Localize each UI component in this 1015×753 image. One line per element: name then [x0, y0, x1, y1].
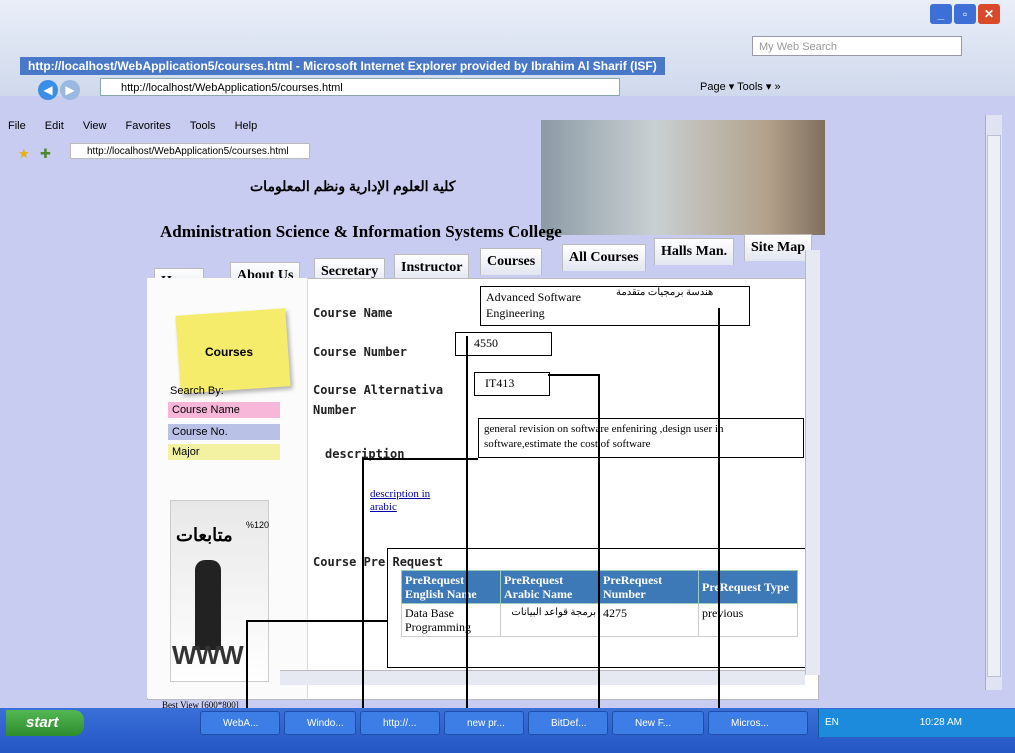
- college-english-title: Administration Science & Information Sys…: [160, 222, 562, 241]
- callout-line-alt-number: [598, 374, 600, 753]
- menu-edit[interactable]: Edit: [45, 120, 64, 132]
- maximize-button[interactable]: ▫: [954, 4, 976, 24]
- course-name-arabic: هندسة برمجيات متقدمة: [616, 287, 714, 298]
- menu-help[interactable]: Help: [235, 120, 258, 132]
- taskbar-item-micros[interactable]: Micros...: [708, 711, 808, 735]
- menu-bar: File Edit View Favorites Tools Help: [0, 120, 265, 138]
- system-tray: EN 10:28 AM: [818, 709, 1015, 737]
- menu-view[interactable]: View: [83, 120, 107, 132]
- taskbar-item-http[interactable]: http://...: [360, 711, 440, 735]
- command-bar[interactable]: Page ▾ Tools ▾ »: [700, 80, 781, 93]
- course-alt-number-label: Course Alternativa Number: [313, 383, 444, 417]
- taskbar-item-new-f[interactable]: New F...: [612, 711, 704, 735]
- tab-halls-man[interactable]: Halls Man.: [654, 238, 735, 265]
- forward-icon[interactable]: ▶: [60, 80, 80, 100]
- follow-title: متابعات: [176, 525, 233, 545]
- callout-link-prereq: [246, 620, 387, 622]
- add-favorite-icon[interactable]: ✚: [40, 146, 51, 162]
- course-number-field: 4550: [455, 332, 552, 356]
- course-alt-number-field: IT413: [474, 372, 550, 396]
- browser-scrollbar-thumb[interactable]: [987, 135, 1001, 677]
- language-indicator[interactable]: EN: [825, 717, 839, 728]
- search-by-course-no[interactable]: Course No.: [168, 424, 280, 440]
- description-field: general revision on software enfeniring …: [478, 418, 804, 458]
- tab-site-map[interactable]: Site Map: [744, 234, 813, 261]
- menu-favorites[interactable]: Favorites: [126, 120, 171, 132]
- content-scrollbar[interactable]: [805, 250, 820, 675]
- college-arabic-title: كلية العلوم الإدارية ونظم المعلومات: [250, 178, 456, 194]
- person-silhouette-icon: [195, 560, 221, 650]
- close-button[interactable]: ✕: [978, 4, 1000, 24]
- callout-link-alt-number: [548, 374, 600, 376]
- callout-line-name: [718, 308, 720, 753]
- course-name-value: Advanced Software Engineering: [486, 290, 581, 320]
- description-arabic-link[interactable]: description in arabic: [370, 488, 440, 514]
- course-number-label: Course Number: [313, 345, 407, 359]
- www-logo: WWW: [172, 640, 244, 670]
- tab-instructor[interactable]: Instructor: [394, 254, 470, 281]
- tab-courses[interactable]: Courses: [480, 248, 543, 275]
- web-search-input[interactable]: My Web Search: [752, 36, 962, 56]
- tab-all-courses[interactable]: All Courses: [562, 244, 646, 271]
- taskbar-item-new-pr[interactable]: new pr...: [444, 711, 524, 735]
- course-name-field: Advanced Software Engineering هندسة برمج…: [480, 286, 750, 326]
- menu-file[interactable]: File: [8, 120, 26, 132]
- search-by-label: Search By:: [170, 385, 224, 397]
- taskbar-item-weba[interactable]: WebA...: [200, 711, 280, 735]
- search-by-major[interactable]: Major: [168, 444, 280, 460]
- clock: 10:28 AM: [919, 717, 962, 728]
- taskbar-item-bitdef[interactable]: BitDef...: [528, 711, 608, 735]
- callout-line-number: [466, 336, 468, 753]
- course-name-label: Course Name: [313, 306, 393, 320]
- header-banner-image: [541, 120, 825, 235]
- search-by-course-name[interactable]: Course Name: [168, 402, 280, 418]
- minimize-button[interactable]: _: [930, 4, 952, 24]
- back-icon[interactable]: ◀: [38, 80, 58, 100]
- sticky-note-label: Courses: [205, 345, 254, 359]
- callout-link-description: [362, 458, 478, 460]
- window-title: http://localhost/WebApplication5/courses…: [20, 57, 665, 75]
- menu-tools[interactable]: Tools: [190, 120, 216, 132]
- address-bar[interactable]: http://localhost/WebApplication5/courses…: [100, 78, 620, 96]
- taskbar-item-windows[interactable]: Windo...: [284, 711, 356, 735]
- favorites-star-icon[interactable]: ★: [18, 146, 30, 162]
- content-horizontal-scrollbar[interactable]: [280, 670, 805, 685]
- favorites-tab[interactable]: http://localhost/WebApplication5/courses…: [70, 143, 310, 159]
- follow-percent: %120: [246, 520, 270, 530]
- start-button[interactable]: start: [6, 710, 84, 736]
